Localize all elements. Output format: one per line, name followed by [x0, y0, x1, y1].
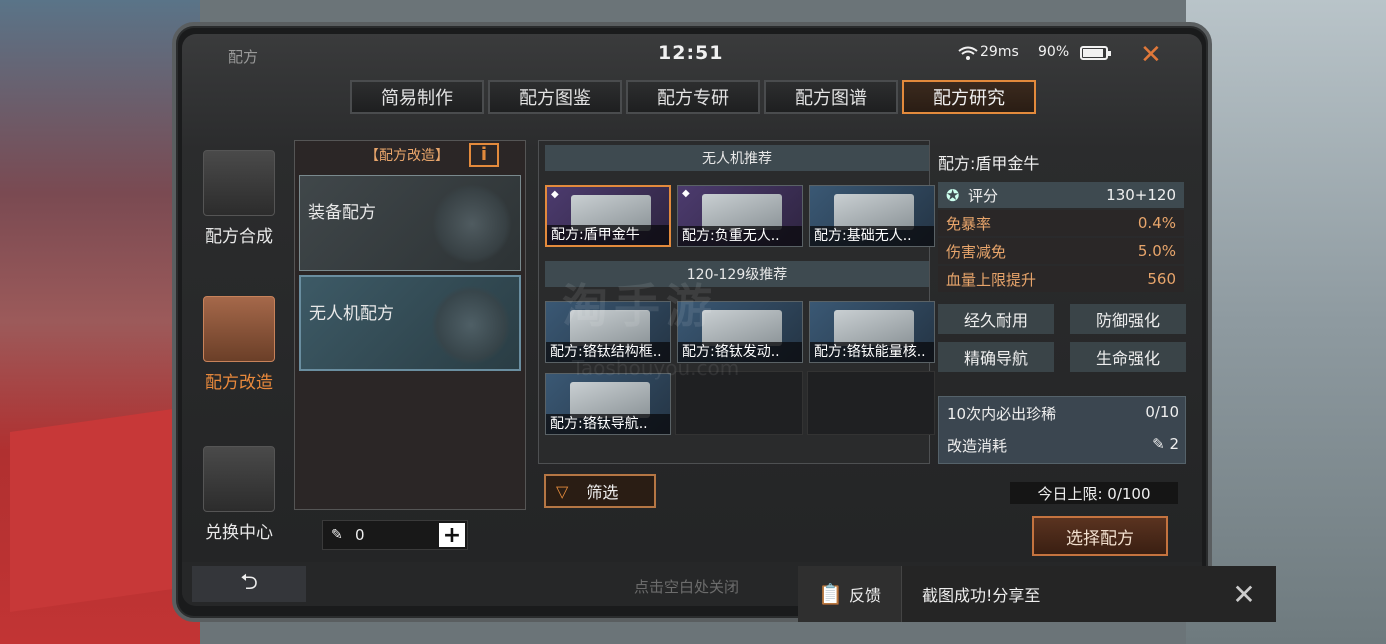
notepad-pencil-icon [203, 296, 275, 362]
drone-recipe-card[interactable]: 无人机配方 [299, 275, 521, 371]
filter-button[interactable]: ▽ 筛选 [544, 474, 656, 508]
recipe-item[interactable]: ◆ 配方:盾甲金牛 [545, 185, 671, 247]
terminal-icon [203, 150, 275, 216]
recipe-detail-panel: 配方:盾甲金牛 ✪ 评分 130+120 免暴率 0.4% 伤害减免 5.0% 血… [934, 140, 1186, 466]
sidebar-item-label: 配方合成 [205, 227, 273, 247]
empty-slot [675, 371, 803, 435]
attr-label: 伤害减免 [946, 242, 1007, 261]
close-icon[interactable]: ✕ [1212, 566, 1276, 622]
item-name: 配方:负重无人.. [678, 226, 802, 246]
panel-header: 【配方改造】 [365, 148, 449, 164]
ping-value: 29ms [980, 44, 1019, 60]
tab-recipe-atlas[interactable]: 配方图谱 [764, 80, 898, 114]
close-icon[interactable]: ✕ [1140, 40, 1162, 70]
attr-row: 血量上限提升 560 [938, 266, 1184, 292]
attr-value: 0.4% [1137, 214, 1176, 232]
select-recipe-button[interactable]: 选择配方 [1032, 516, 1168, 556]
close-hint[interactable]: 点击空白处关闭 [634, 576, 739, 597]
pen-icon: ✎ [1152, 435, 1170, 453]
empty-slot [807, 371, 935, 435]
cost-row: 改造消耗 ✎ 2 [947, 435, 1179, 456]
trait-tag[interactable]: 防御强化 [1070, 304, 1186, 334]
sidebar-item-exchange[interactable]: 兑换中心 [194, 446, 284, 543]
filter-label: 筛选 [586, 483, 619, 502]
tab-recipe-research[interactable]: 配方研究 [902, 80, 1036, 114]
feedback-button[interactable]: 📋 反馈 [798, 566, 902, 622]
battery-percent: 90% [1038, 44, 1070, 60]
info-icon[interactable]: i [469, 143, 499, 167]
score-label: 评分 [968, 186, 999, 205]
attr-value: 560 [1147, 270, 1176, 288]
background-right [1186, 0, 1386, 644]
sidebar: 配方合成 配方改造 兑换中心 [182, 130, 292, 560]
trait-tag[interactable]: 精确导航 [938, 342, 1054, 372]
chevron-down-icon: ▽ [556, 481, 569, 501]
tab-simple-craft[interactable]: 简易制作 [350, 80, 484, 114]
back-icon[interactable]: ⮌ [192, 566, 306, 602]
star-icon: ✪ [946, 185, 960, 205]
rarity-info: 10次内必出珍稀 0/10 改造消耗 ✎ 2 [938, 396, 1186, 464]
cost-label: 改造消耗 [947, 437, 1008, 455]
card-label: 装备配方 [308, 203, 376, 223]
status-bar: 配方 12:51 29ms 90% ✕ [182, 34, 1202, 74]
attr-value: 5.0% [1137, 242, 1176, 260]
armor-icon [432, 184, 512, 264]
attr-row: 免暴率 0.4% [938, 210, 1184, 236]
recipe-item[interactable]: 配方:铬钛能量核.. [809, 301, 935, 363]
item-name: 配方:基础无人.. [810, 226, 934, 246]
sidebar-item-modify[interactable]: 配方改造 [194, 296, 284, 393]
attr-label: 免暴率 [946, 214, 992, 233]
recipe-item[interactable]: 配方:铬钛导航.. [545, 373, 671, 435]
item-name: 配方:铬钛能量核.. [810, 342, 934, 362]
tab-recipe-study[interactable]: 配方专研 [626, 80, 760, 114]
game-screen: 配方 12:51 29ms 90% ✕ 简易制作 配方图鉴 配方专研 配方图谱 … [182, 34, 1202, 606]
stylus-count: 0 [355, 526, 365, 544]
score-row: ✪ 评分 130+120 [938, 182, 1184, 208]
screenshot-toast: 📋 反馈 截图成功!分享至 ✕ [798, 566, 1276, 622]
drone-icon [431, 285, 511, 365]
daily-limit: 今日上限: 0/100 [1010, 482, 1178, 504]
stylus-counter: ✎ 0 + [322, 520, 468, 550]
watermark-url: Taoshouyou.com [572, 356, 740, 380]
item-name: 配方:铬钛导航.. [546, 414, 670, 434]
equipment-recipe-card[interactable]: 装备配方 [299, 175, 521, 271]
background-left [0, 0, 200, 644]
toast-message: 截图成功!分享至 [922, 586, 1041, 605]
detail-title: 配方:盾甲金牛 [938, 154, 1040, 173]
add-button[interactable]: + [439, 523, 465, 548]
recipe-category-panel: 【配方改造】 i 装备配方 无人机配方 [294, 140, 526, 510]
sidebar-item-label: 配方改造 [205, 373, 273, 393]
shopping-bag-icon [203, 446, 275, 512]
tab-recipe-codex[interactable]: 配方图鉴 [488, 80, 622, 114]
section-drone-recommend: 无人机推荐 [545, 145, 929, 171]
diamond-icon: ◆ [551, 189, 559, 200]
pen-icon: ✎ [331, 527, 343, 543]
rarity-label: 10次内必出珍稀 [947, 405, 1057, 423]
score-value: 130+120 [1106, 186, 1176, 204]
attr-row: 伤害减免 5.0% [938, 238, 1184, 264]
recipe-item[interactable]: ◆ 配方:负重无人.. [677, 185, 803, 247]
feedback-label: 反馈 [848, 586, 881, 605]
clock: 12:51 [658, 42, 724, 64]
sidebar-item-synthesis[interactable]: 配方合成 [194, 150, 284, 247]
recipe-item[interactable]: 配方:基础无人.. [809, 185, 935, 247]
diamond-icon: ◆ [682, 188, 690, 199]
clipboard-icon: 📋 [818, 582, 843, 606]
wifi-icon [958, 46, 978, 60]
sidebar-item-label: 兑换中心 [205, 523, 273, 543]
rarity-value: 0/10 [1145, 403, 1179, 421]
trait-tag[interactable]: 生命强化 [1070, 342, 1186, 372]
item-name: 配方:盾甲金牛 [547, 225, 669, 245]
card-label: 无人机配方 [309, 304, 394, 324]
attr-label: 血量上限提升 [946, 270, 1037, 289]
cost-value: 2 [1169, 435, 1179, 453]
trait-tag[interactable]: 经久耐用 [938, 304, 1054, 334]
rarity-row: 10次内必出珍稀 0/10 [947, 403, 1179, 424]
window-title: 配方 [228, 48, 259, 66]
watermark: 淘手游 [562, 279, 718, 333]
tab-bar: 简易制作 配方图鉴 配方专研 配方图谱 配方研究 [350, 80, 1036, 114]
battery-icon [1080, 46, 1111, 60]
